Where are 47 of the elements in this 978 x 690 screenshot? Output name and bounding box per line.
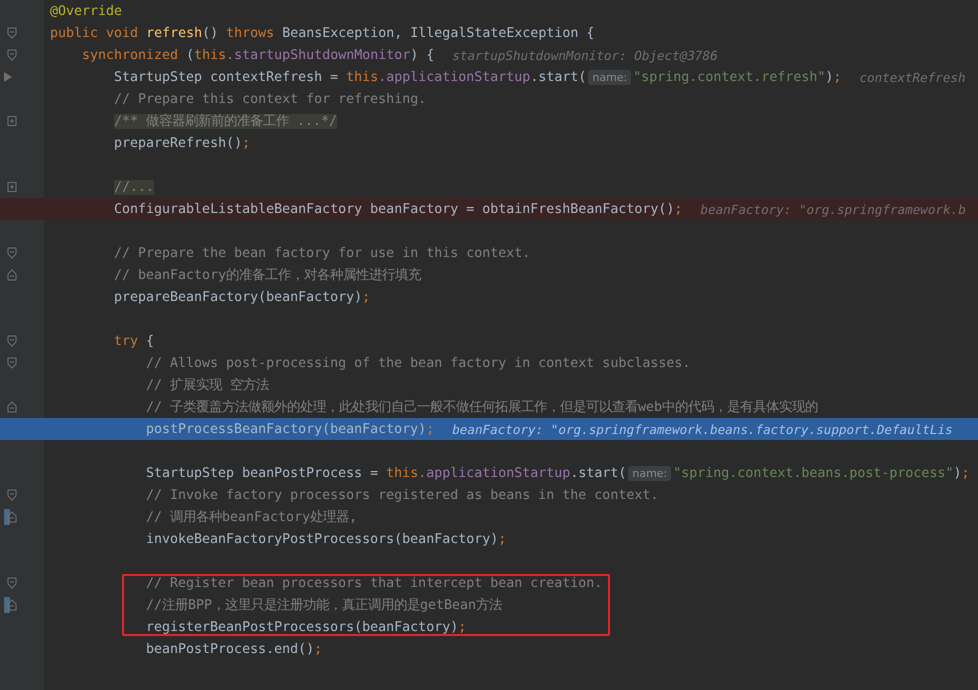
code-text: prepareBeanFactory(beanFactory); [114, 290, 370, 304]
fold-icon[interactable] [7, 49, 17, 61]
code-text: /** 做容器刷新前的准备工作 ...*/ [114, 112, 338, 130]
parameter-hint: name: [588, 70, 632, 84]
code-text: synchronized (this.startupShutdownMonitor) { [82, 48, 434, 62]
code-text: try { [114, 334, 154, 348]
fold-icon[interactable] [7, 357, 17, 369]
fold-icon[interactable] [7, 511, 17, 523]
code-text: //... [114, 180, 154, 194]
code-text: // 子类覆盖方法做额外的处理，此处我们自己一般不做任何拓展工作，但是可以查看web中的代码，是有具体实现的 [146, 398, 818, 416]
code-text: @Override [50, 4, 122, 18]
code-text: // Prepare this context for refreshing. [114, 92, 426, 106]
fold-icon[interactable] [7, 27, 17, 39]
fold-icon[interactable] [7, 489, 17, 501]
parameter-hint: name: [628, 466, 672, 480]
code-text: // beanFactory的准备工作，对各种属性进行填充 [114, 266, 422, 284]
code-text: prepareRefresh(); [114, 136, 250, 150]
inline-debug-value: beanFactory: "org.springframework.b [700, 202, 966, 216]
triangle-icon [4, 72, 12, 82]
fold-icon[interactable] [7, 401, 17, 413]
code-text: postProcessBeanFactory(beanFactory); [146, 422, 434, 436]
code-text: // Allows post-processing of the bean factory in context subclasses. [146, 356, 690, 370]
fold-icon[interactable] [7, 269, 17, 281]
code-text: // 扩展实现 空方法 [146, 376, 270, 394]
code-text: // Invoke factory processors registered as beans in the context. [146, 488, 658, 502]
code-text: public void refresh() throws BeansException, IllegalStateException { [50, 26, 594, 40]
code-text: StartupStep beanPostProcess = this.applicationStartup.start( [146, 466, 626, 480]
fold-icon[interactable] [7, 247, 17, 259]
inline-debug-value: contextRefresh [859, 70, 966, 84]
code-text: ConfigurableListableBeanFactory beanFactory = obtainFreshBeanFactory(); [114, 202, 682, 216]
code-text: // 调用各种beanFactory处理器, [146, 508, 358, 526]
code-text: registerBeanPostProcessors(beanFactory); [146, 620, 466, 634]
code-text: //注册BPP，这里只是注册功能，真正调用的是getBean方法 [146, 596, 502, 614]
inline-debug-value: startupShutdownMonitor: Object@3786 [452, 48, 718, 62]
code-text: "spring.context.beans.post-process"); [673, 466, 970, 480]
inline-debug-value: beanFactory: "org.springframework.beans.factory.support.DefaultLis [452, 422, 953, 436]
code-text: StartupStep contextRefresh = this.applicationStartup.start( [114, 70, 586, 84]
code-text: beanPostProcess.end(); [146, 642, 322, 656]
expand-icon[interactable] [7, 181, 17, 193]
code-text: // Register bean processors that intercept bean creation. [146, 576, 602, 590]
code-text: invokeBeanFactoryPostProcessors(beanFactory); [146, 532, 506, 546]
fold-icon[interactable] [7, 577, 17, 589]
fold-icon[interactable] [7, 335, 17, 347]
code-text: "spring.context.refresh"); [633, 70, 842, 84]
expand-icon[interactable] [7, 115, 17, 127]
code-text: // Prepare the bean factory for use in this context. [114, 246, 530, 260]
fold-icon[interactable] [7, 599, 17, 611]
